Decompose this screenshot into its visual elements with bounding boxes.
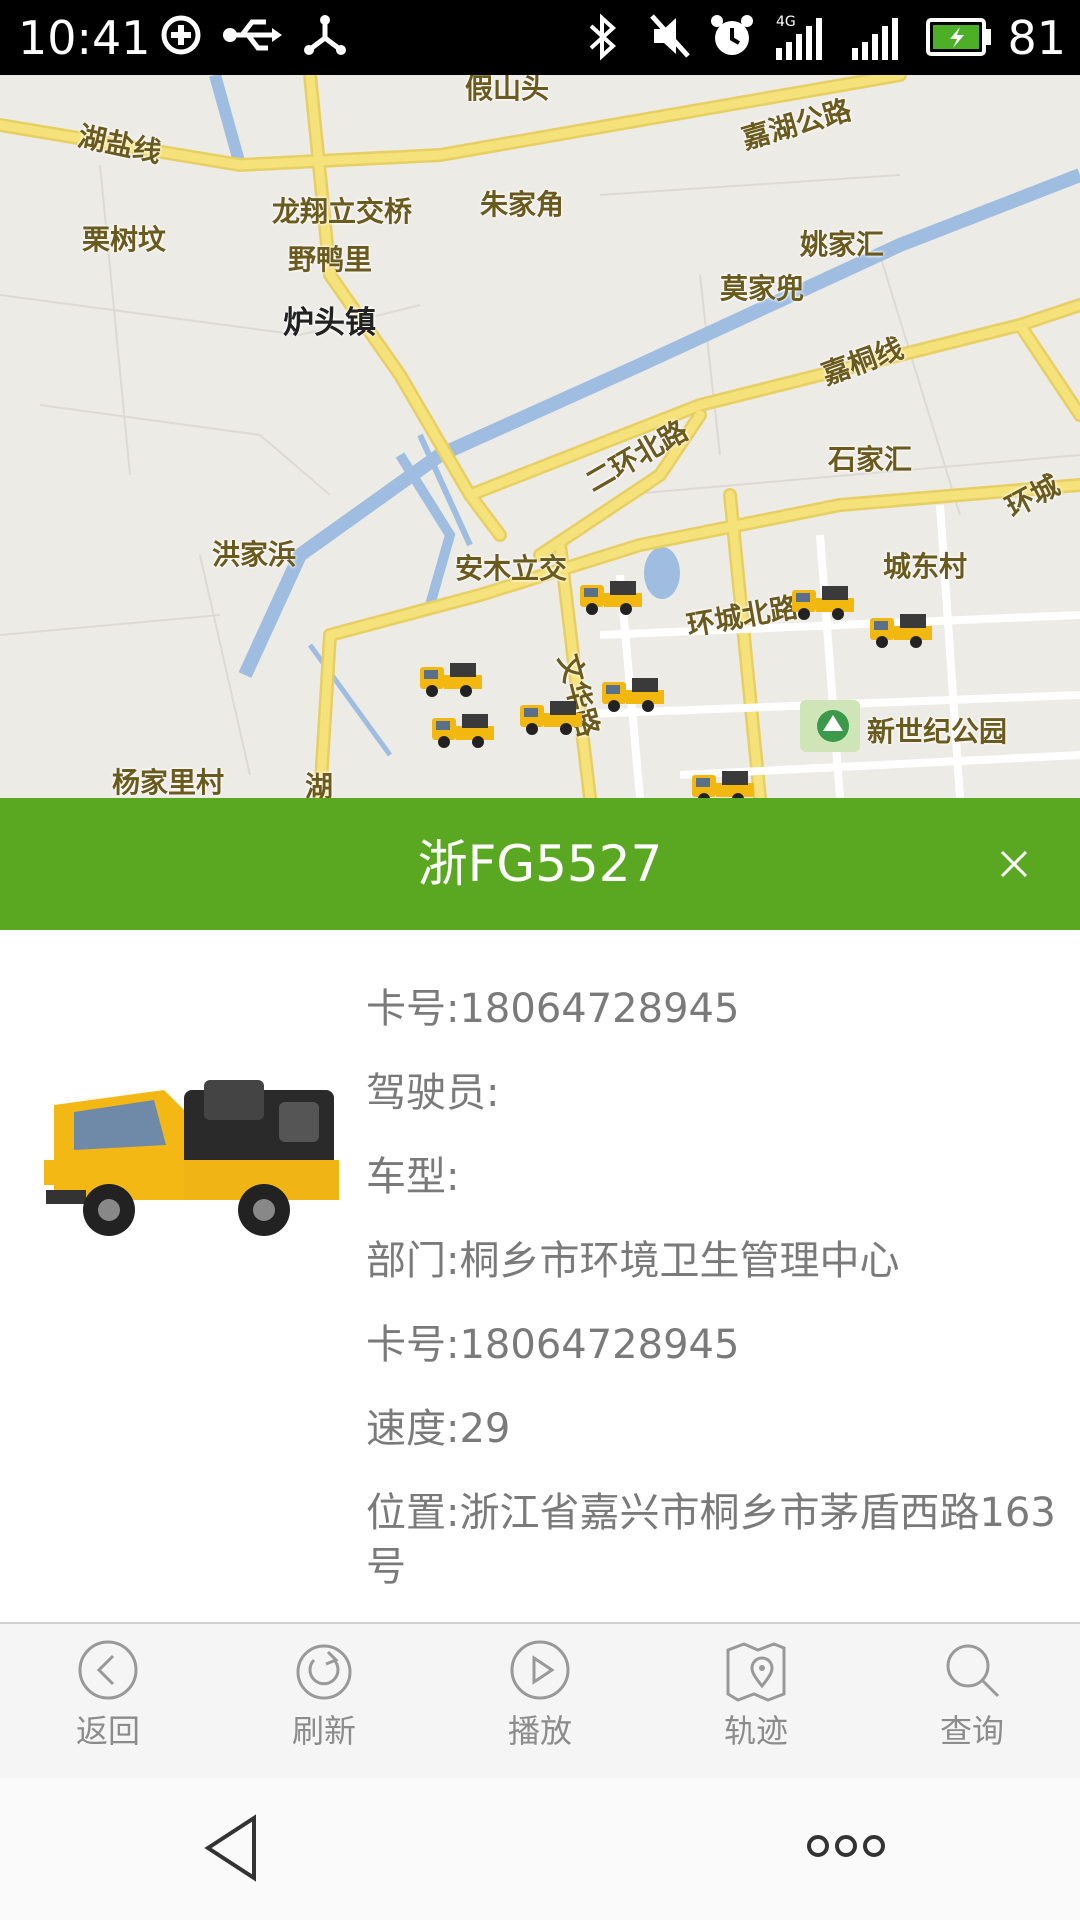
truck-marker-icon[interactable] [690, 765, 756, 798]
bluetooth-icon [589, 13, 616, 61]
map-label: 莫家兜 [720, 272, 805, 305]
map-label: 龙翔立交桥 [272, 195, 413, 228]
refresh-button[interactable]: 刷新 [216, 1638, 432, 1768]
refresh-icon [296, 1644, 352, 1700]
map-label: 朱家角 [480, 188, 565, 221]
info-row-speed: 速度:29 [366, 1406, 511, 1452]
battery-level: 81 [1007, 11, 1066, 65]
vehicle-info-header: 浙FG5527 [0, 798, 1080, 930]
truck-marker-icon[interactable] [418, 657, 484, 699]
close-icon[interactable] [988, 838, 1040, 890]
share-icon [304, 15, 346, 55]
vehicle-plate-title: 浙FG5527 [417, 835, 663, 893]
mute-icon [650, 14, 690, 58]
truck-marker-icon[interactable] [430, 708, 496, 750]
truck-photo [44, 1080, 339, 1236]
vehicle-detail-panel: 卡号:18064728945 驾驶员: 车型: 部门:桐乡市环境卫生管理中心 卡… [0, 930, 1080, 1620]
map-label: 栗树坟 [82, 223, 167, 256]
truck-marker-icon[interactable] [600, 672, 666, 714]
query-label: 查询 [939, 1712, 1004, 1750]
status-time: 10:41 [18, 11, 151, 65]
truck-marker-icon[interactable] [790, 580, 856, 622]
search-icon [946, 1644, 1000, 1698]
alarm-icon [711, 15, 753, 55]
info-row-department: 部门:桐乡市环境卫生管理中心 [366, 1238, 900, 1284]
query-button[interactable]: 查询 [864, 1638, 1080, 1768]
map-label: 洪家浜 [212, 538, 297, 571]
truck-marker-icon[interactable] [518, 695, 584, 737]
back-icon [78, 1640, 138, 1700]
track-label: 轨迹 [723, 1712, 788, 1750]
map-label: 湖 [305, 770, 334, 798]
truck-marker-icon[interactable] [868, 608, 934, 650]
battery-icon [926, 18, 991, 56]
map-label: 野鸭里 [288, 243, 373, 276]
vehicle-info-list: 卡号:18064728945 驾驶员: 车型: 部门:桐乡市环境卫生管理中心 卡… [366, 982, 1056, 1624]
status-bar: 10:41 4G 81 [0, 0, 1080, 75]
refresh-label: 刷新 [291, 1712, 356, 1750]
back-label: 返回 [75, 1712, 140, 1750]
map-view[interactable]: 假山头 湖盐线 嘉湖公路 栗树坟 龙翔立交桥 朱家角 姚家汇 野鸭里 莫家兜 炉… [0, 75, 1080, 798]
map-label: 城东村 [883, 550, 968, 583]
map-label: 杨家里村 [112, 766, 225, 798]
play-button[interactable]: 播放 [432, 1638, 648, 1768]
map-label: 石家汇 [828, 443, 913, 476]
map-label: 姚家汇 [800, 228, 885, 261]
map-pin-icon [726, 1642, 786, 1702]
play-label: 播放 [507, 1712, 572, 1750]
track-button[interactable]: 轨迹 [648, 1638, 864, 1768]
more-icon[interactable] [804, 1830, 888, 1862]
info-row-driver: 驾驶员: [366, 1070, 500, 1116]
info-row-card: 卡号:18064728945 [366, 986, 740, 1032]
map-label: 假山头 [465, 75, 550, 105]
map-label: 安木立交 [455, 552, 568, 585]
play-icon [510, 1640, 570, 1700]
signal-4g-icon: 4G [776, 14, 822, 60]
svg-text:4G: 4G [776, 14, 796, 30]
usb-icon [223, 19, 282, 51]
map-label: 炉头镇 [283, 305, 376, 341]
info-row-location: 位置:浙江省嘉兴市桐乡市茅盾西路163号 [366, 1490, 1056, 1590]
nav-back-icon[interactable] [200, 1812, 264, 1884]
system-nav-bar [0, 1778, 1080, 1920]
back-button[interactable]: 返回 [0, 1638, 216, 1768]
info-row-card-2: 卡号:18064728945 [366, 1322, 740, 1368]
signal-icon [852, 18, 898, 60]
bottom-toolbar: 返回 刷新 播放 轨迹 查询 [0, 1622, 1080, 1778]
sync-icon [161, 15, 201, 55]
info-row-vehicle-type: 车型: [366, 1154, 460, 1200]
map-label: 新世纪公园 [867, 715, 1008, 748]
truck-marker-icon[interactable] [578, 575, 644, 617]
